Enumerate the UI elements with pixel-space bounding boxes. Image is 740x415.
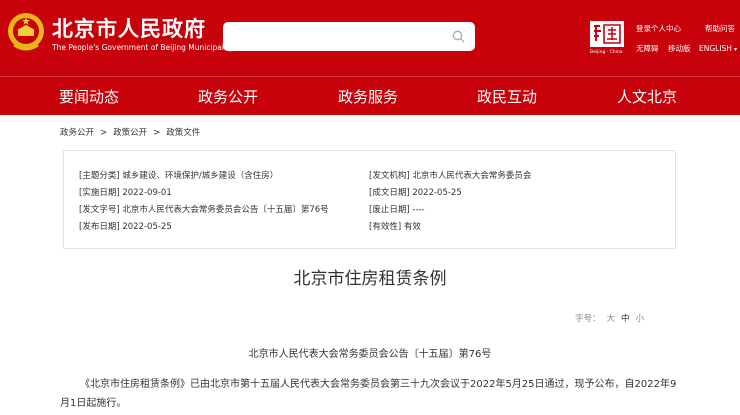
font-size-small-button[interactable]: 小 [636, 314, 645, 324]
info-category: [主题分类] 城乡建设、环境保护/城乡建设（含住房） [79, 171, 279, 181]
info-abolish-date: [废止日期] ---- [369, 205, 425, 215]
article-paragraph: 《北京市住房租赁条例》已由北京市第十五届人民代表大会常务委员会第三十九次会议于2… [60, 379, 677, 409]
nav-item-interaction[interactable]: 政民互动 [477, 86, 537, 107]
font-size-large-button[interactable]: 大 [607, 314, 616, 324]
login-link[interactable]: 登录个人中心 [636, 23, 681, 34]
language-switch[interactable]: ENGLISH ▾ [699, 44, 737, 53]
document-info-box: [主题分类] 城乡建设、环境保护/城乡建设（含住房） [发文机构] 北京市人民代… [63, 150, 676, 249]
search-icon[interactable] [452, 30, 465, 43]
info-published-date: [发布日期] 2022-05-25 [79, 222, 172, 232]
breadcrumb-item[interactable]: 政策公开 [113, 128, 147, 138]
capital-logo-icon [590, 21, 624, 47]
info-doc-number: [发文字号] 北京市人民代表大会常务委员会公告〔十五届〕第76号 [79, 205, 329, 215]
info-issuer: [发文机构] 北京市人民代表大会常务委员会 [369, 171, 532, 181]
breadcrumb: 政务公开 > 政策公开 > 政策文件 [60, 126, 200, 138]
national-emblem-icon [8, 13, 44, 51]
search-input[interactable] [223, 22, 475, 51]
breadcrumb-separator: > [100, 128, 108, 138]
capital-logo-caption: Beijing · China [590, 50, 623, 55]
info-effective-date: [实施日期] 2022-09-01 [79, 188, 172, 198]
main-nav: 要闻动态 政务公开 政务服务 政民互动 人文北京 [0, 76, 740, 115]
breadcrumb-separator: > [153, 128, 161, 138]
font-size-label: 字号： [575, 314, 601, 324]
nav-item-gov-affairs[interactable]: 政务公开 [198, 86, 258, 107]
caret-down-icon: ▾ [733, 46, 737, 53]
nav-item-news[interactable]: 要闻动态 [59, 86, 119, 107]
mobile-link[interactable]: 移动版 [668, 43, 691, 54]
accessibility-link[interactable]: 无障碍 [636, 43, 659, 54]
language-label: ENGLISH [699, 44, 732, 53]
page-title: 北京市住房租赁条例 [293, 269, 447, 289]
breadcrumb-item[interactable]: 政务公开 [60, 128, 94, 138]
info-validity: [有效性] 有效 [369, 222, 421, 232]
help-link[interactable]: 帮助问答 [705, 23, 735, 34]
site-header: 北京市人民政府 The People's Government of Beiji… [0, 0, 740, 76]
nav-item-services[interactable]: 政务服务 [338, 86, 398, 107]
font-size-medium-button[interactable]: 中 [621, 314, 630, 324]
site-subtitle: The People's Government of Beijing Munic… [52, 43, 234, 52]
announcement-number: 北京市人民代表大会常务委员会公告〔十五届〕第76号 [248, 349, 492, 360]
info-created-date: [成文日期] 2022-05-25 [369, 188, 462, 198]
breadcrumb-item[interactable]: 政策文件 [166, 128, 200, 138]
font-size-selector: 字号： 大中小 [575, 312, 644, 324]
nav-item-culture[interactable]: 人文北京 [617, 86, 677, 107]
site-title[interactable]: 北京市人民政府 [52, 13, 206, 43]
